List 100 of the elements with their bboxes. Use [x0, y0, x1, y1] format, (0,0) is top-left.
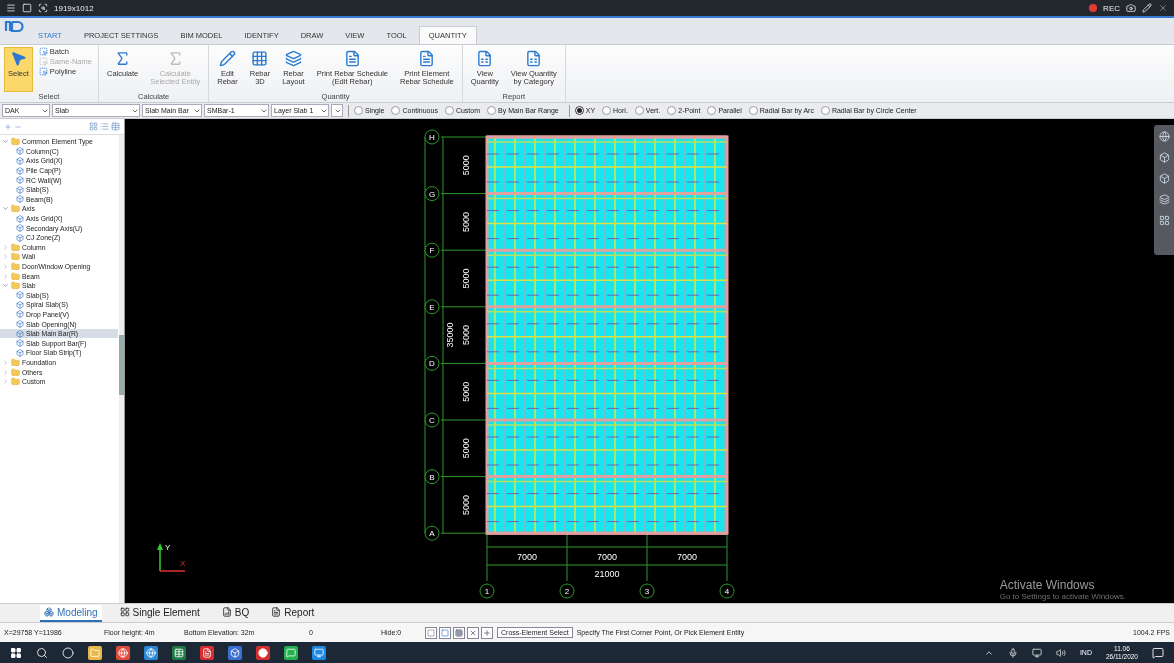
- dimension-label: 7000: [677, 552, 697, 562]
- dropdown[interactable]: [331, 104, 343, 117]
- menu-icon[interactable]: [6, 3, 16, 13]
- globe-icon[interactable]: [1158, 131, 1170, 142]
- dimension-label: 7000: [597, 552, 617, 562]
- pointer-icon: [9, 50, 27, 67]
- add-button[interactable]: [481, 626, 493, 639]
- scrollbar[interactable]: [119, 135, 124, 603]
- window-icon[interactable]: [22, 3, 32, 13]
- search-icon[interactable]: [36, 646, 48, 659]
- dimension-label: 5000: [461, 155, 471, 176]
- spreadsheet-app-icon[interactable]: [172, 645, 186, 660]
- grid-view-icon[interactable]: [89, 122, 98, 131]
- radio-button[interactable]: [602, 106, 612, 115]
- radio-button[interactable]: [820, 106, 830, 115]
- browser-app-icon[interactable]: [144, 645, 158, 660]
- cross-button[interactable]: [467, 626, 479, 639]
- dimension-label: 5000: [461, 268, 471, 289]
- dimension-label: 35000: [445, 322, 455, 348]
- radio-button[interactable]: [574, 106, 584, 115]
- dimension-label: 7000: [517, 552, 537, 562]
- document-icon: [418, 50, 436, 67]
- rect-select-button[interactable]: [439, 626, 451, 639]
- folder-icon: [11, 377, 20, 387]
- document-icon: [343, 50, 361, 67]
- selection-icon: [38, 57, 48, 66]
- bottom-tab[interactable]: BQ: [217, 604, 254, 622]
- volume-icon[interactable]: [1055, 647, 1066, 658]
- selection-icon: [38, 47, 48, 56]
- app-icon[interactable]: [228, 645, 242, 660]
- folder-icon: [11, 281, 20, 291]
- axis-bubble: 4: [719, 583, 735, 599]
- axis-bubble: B: [424, 469, 440, 485]
- camera-icon[interactable]: [1126, 3, 1136, 13]
- drawing-canvas[interactable]: H G F E D C B A 5000 5000 5000 5000 5000 5000 5000 35000 7000 7000 7000 21000 1 2 3 4 Y X Activate Windows Go to Settings to activate Windows.: [125, 119, 1174, 603]
- radio-button[interactable]: [748, 106, 758, 115]
- radio-button[interactable]: [354, 106, 363, 115]
- folder-icon: [11, 242, 20, 252]
- close-icon[interactable]: [1158, 3, 1168, 13]
- plus-icon: [483, 628, 491, 637]
- bottom-tab[interactable]: Report: [267, 604, 319, 622]
- window-title: 1919x1012: [54, 3, 94, 13]
- axis-label: X: [180, 559, 186, 568]
- pencil-icon: [219, 50, 236, 67]
- folder-icon: [11, 137, 20, 147]
- layers-icon[interactable]: [1158, 194, 1170, 205]
- expand-chevron-icon[interactable]: [2, 205, 9, 213]
- radio-button[interactable]: [634, 106, 644, 115]
- bottom-tab[interactable]: Modeling: [40, 604, 102, 622]
- dimension-label: 5000: [461, 494, 471, 515]
- folder-icon: [11, 262, 20, 271]
- region-search-icon[interactable]: [38, 3, 48, 13]
- expand-chevron-icon[interactable]: [2, 138, 9, 146]
- expand-chevron-icon[interactable]: [2, 282, 9, 290]
- axis-bubble: E: [424, 299, 440, 315]
- tray-icon[interactable]: [1007, 647, 1018, 658]
- tab-icon: [44, 607, 54, 617]
- cross-icon: [469, 628, 477, 637]
- dimension-label: 5000: [461, 381, 471, 402]
- rebar-grid-icon: [251, 50, 269, 67]
- selection-icon: [38, 67, 48, 76]
- axis-bubble: C: [424, 412, 440, 428]
- chat-app-icon[interactable]: [284, 645, 298, 660]
- list-view-icon[interactable]: [100, 122, 109, 131]
- radio-button[interactable]: [487, 106, 496, 115]
- circle-icon[interactable]: [62, 646, 74, 659]
- scroll-thumb[interactable]: [119, 335, 124, 395]
- browser-app-icon[interactable]: [116, 645, 130, 660]
- pdf-app-icon[interactable]: [200, 645, 214, 660]
- folder-app-icon[interactable]: [88, 645, 102, 660]
- activation-notice-title: Activate Windows: [999, 578, 1096, 592]
- folder-icon: [11, 367, 20, 377]
- app-icon[interactable]: [312, 645, 326, 660]
- cube-icon[interactable]: [1158, 152, 1170, 163]
- axis-label: Y: [165, 543, 171, 552]
- notification-icon[interactable]: [1152, 646, 1164, 659]
- axis-bubble: D: [424, 355, 440, 371]
- axis-bubble: 3: [639, 583, 655, 599]
- start-icon[interactable]: [10, 646, 22, 659]
- tab-icon: [221, 607, 232, 617]
- bottom-tab[interactable]: Single Element: [115, 604, 204, 622]
- dimension-label: 5000: [461, 211, 471, 232]
- radio-button[interactable]: [707, 106, 717, 115]
- table-view-icon[interactable]: [111, 122, 120, 131]
- folder-icon: [11, 357, 20, 367]
- radio-button[interactable]: [391, 106, 401, 115]
- dimension-label: 5000: [461, 438, 471, 459]
- record-dot-icon: [1089, 4, 1098, 12]
- record-app-icon[interactable]: [256, 645, 270, 660]
- pencil-icon[interactable]: [1142, 3, 1152, 13]
- folder-icon: [11, 252, 20, 262]
- cube-icon[interactable]: [1158, 173, 1170, 184]
- folder-icon: [11, 271, 20, 281]
- radio-button[interactable]: [444, 106, 454, 115]
- axis-bubble: 1: [479, 583, 495, 599]
- rectangle-icon: [441, 628, 449, 637]
- radio-button[interactable]: [667, 106, 677, 115]
- folder-icon: [11, 204, 20, 214]
- axis-bubble: F: [424, 242, 440, 258]
- axis-bubble: G: [424, 186, 440, 202]
